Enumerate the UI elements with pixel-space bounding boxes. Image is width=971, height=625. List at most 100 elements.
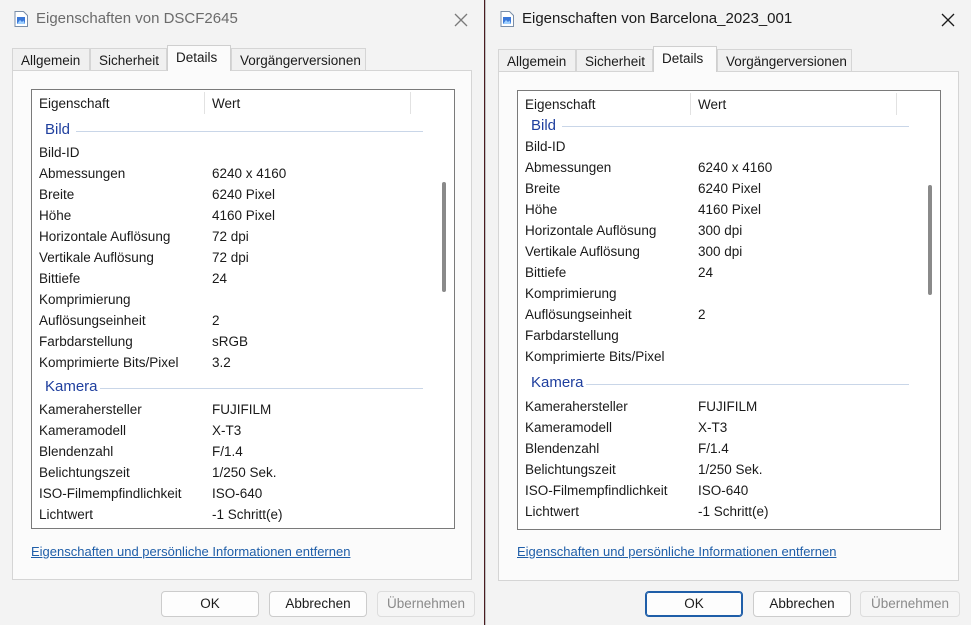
group-title: Bild bbox=[45, 121, 71, 138]
table-row[interactable]: Blendenzahl F/1.4 bbox=[32, 441, 434, 462]
property-value: 6240 x 4160 bbox=[212, 166, 287, 181]
property-name: Lichtwert bbox=[39, 507, 94, 522]
table-row[interactable]: Komprimierte Bits/Pixel bbox=[518, 346, 920, 367]
group-divider bbox=[76, 131, 423, 132]
property-value: 4160 Pixel bbox=[698, 202, 762, 217]
property-name: Farbdarstellung bbox=[525, 328, 619, 343]
table-row[interactable]: Horizontale Auflösung 300 dpi bbox=[518, 220, 920, 241]
title-bar: Eigenschaften von Barcelona_2023_001 bbox=[486, 0, 971, 38]
table-row[interactable]: ISO-Filmempfindlichkeit ISO-640 bbox=[32, 483, 434, 504]
column-header-property[interactable]: Eigenschaft bbox=[39, 96, 110, 111]
image-file-icon bbox=[500, 11, 514, 27]
table-row[interactable]: Bittiefe 24 bbox=[32, 268, 434, 289]
table-row[interactable]: Auflösungseinheit 2 bbox=[518, 304, 920, 325]
table-row[interactable]: Kameramodell X-T3 bbox=[32, 420, 434, 441]
group-title: Kamera bbox=[45, 378, 98, 395]
table-row[interactable]: Komprimierung bbox=[518, 283, 920, 304]
property-name: Auflösungseinheit bbox=[525, 307, 632, 322]
column-divider[interactable] bbox=[410, 92, 411, 114]
table-row[interactable]: Kamerahersteller FUJIFILM bbox=[32, 399, 434, 420]
table-row[interactable]: ISO-Filmempfindlichkeit ISO-640 bbox=[518, 480, 920, 501]
table-row[interactable]: Belichtungszeit 1/250 Sek. bbox=[32, 462, 434, 483]
table-row[interactable]: Vertikale Auflösung 72 dpi bbox=[32, 247, 434, 268]
cancel-button[interactable]: Abbrechen bbox=[269, 591, 367, 617]
details-panel: Eigenschaft Wert Bild Bild-ID Abmessunge… bbox=[12, 70, 472, 580]
table-row[interactable]: Lichtwert -1 Schritt(e) bbox=[32, 504, 434, 525]
tab-details[interactable]: Details bbox=[167, 45, 231, 71]
property-value: FUJIFILM bbox=[212, 402, 272, 417]
column-divider[interactable] bbox=[690, 93, 691, 115]
table-row[interactable]: Blendenzahl F/1.4 bbox=[518, 438, 920, 459]
table-row[interactable]: Höhe 4160 Pixel bbox=[32, 205, 434, 226]
column-header-value[interactable]: Wert bbox=[212, 96, 240, 111]
property-name: Komprimierung bbox=[39, 292, 131, 307]
table-row[interactable]: Komprimierte Bits/Pixel 3.2 bbox=[32, 352, 434, 373]
tab-sicherheit[interactable]: Sicherheit bbox=[576, 49, 653, 71]
property-value: F/1.4 bbox=[698, 441, 729, 456]
property-value: 24 bbox=[212, 271, 228, 286]
table-row[interactable]: Breite 6240 Pixel bbox=[518, 178, 920, 199]
property-name: Blendenzahl bbox=[39, 444, 114, 459]
table-row[interactable]: Kamerahersteller FUJIFILM bbox=[518, 396, 920, 417]
column-header-property[interactable]: Eigenschaft bbox=[525, 97, 596, 112]
property-value: 3.2 bbox=[212, 355, 231, 370]
column-divider[interactable] bbox=[204, 92, 205, 114]
table-row[interactable]: Kameramodell X-T3 bbox=[518, 417, 920, 438]
vertical-scrollbar[interactable] bbox=[434, 90, 454, 528]
property-value: X-T3 bbox=[698, 420, 728, 435]
table-row[interactable]: Breite 6240 Pixel bbox=[32, 184, 434, 205]
property-name: Breite bbox=[39, 187, 75, 202]
table-row[interactable]: Bild-ID bbox=[32, 142, 434, 163]
table-row[interactable]: Bild-ID bbox=[518, 136, 920, 157]
table-row[interactable]: Horizontale Auflösung 72 dpi bbox=[32, 226, 434, 247]
scrollbar-thumb[interactable] bbox=[928, 185, 932, 295]
ok-button[interactable]: OK bbox=[645, 591, 743, 617]
ok-button[interactable]: OK bbox=[161, 591, 259, 617]
window-title: Eigenschaften von DSCF2645 bbox=[36, 10, 238, 27]
property-name: Bittiefe bbox=[39, 271, 81, 286]
tab-vorgaengerversionen[interactable]: Vorgängerversionen bbox=[231, 48, 366, 70]
tab-allgemein[interactable]: Allgemein bbox=[498, 49, 576, 71]
scrollbar-thumb[interactable] bbox=[442, 182, 446, 292]
property-value: 2 bbox=[212, 313, 220, 328]
apply-button[interactable]: Übernehmen bbox=[860, 591, 960, 617]
remove-properties-link[interactable]: Eigenschaften und persönliche Informatio… bbox=[517, 544, 836, 559]
table-row[interactable]: Höhe 4160 Pixel bbox=[518, 199, 920, 220]
cancel-button[interactable]: Abbrechen bbox=[753, 591, 851, 617]
table-row[interactable]: Farbdarstellung sRGB bbox=[32, 331, 434, 352]
property-value: 6240 x 4160 bbox=[698, 160, 773, 175]
property-value: 4160 Pixel bbox=[212, 208, 276, 223]
property-name: Belichtungszeit bbox=[525, 462, 616, 477]
list-header: Eigenschaft Wert bbox=[32, 90, 434, 117]
tab-allgemein[interactable]: Allgemein bbox=[12, 48, 90, 70]
column-divider[interactable] bbox=[896, 93, 897, 115]
property-value: F/1.4 bbox=[212, 444, 243, 459]
table-row[interactable]: Farbdarstellung bbox=[518, 325, 920, 346]
list-header: Eigenschaft Wert bbox=[518, 91, 920, 118]
property-name: Horizontale Auflösung bbox=[525, 223, 657, 238]
table-row[interactable]: Auflösungseinheit 2 bbox=[32, 310, 434, 331]
close-icon[interactable] bbox=[450, 9, 472, 31]
close-icon[interactable] bbox=[937, 9, 959, 31]
column-header-value[interactable]: Wert bbox=[698, 97, 726, 112]
vertical-scrollbar[interactable] bbox=[920, 91, 940, 529]
property-list[interactable]: Eigenschaft Wert Bild Bild-ID Abmessunge… bbox=[517, 90, 941, 530]
group-header-kamera: Kamera bbox=[32, 373, 434, 399]
table-row[interactable]: Komprimierung bbox=[32, 289, 434, 310]
table-row[interactable]: Belichtungszeit 1/250 Sek. bbox=[518, 459, 920, 480]
apply-button[interactable]: Übernehmen bbox=[377, 591, 475, 617]
property-name: Kameramodell bbox=[525, 420, 613, 435]
table-row[interactable]: Abmessungen 6240 x 4160 bbox=[518, 157, 920, 178]
property-value: 6240 Pixel bbox=[698, 181, 762, 196]
table-row[interactable]: Vertikale Auflösung 300 dpi bbox=[518, 241, 920, 262]
tab-sicherheit[interactable]: Sicherheit bbox=[90, 48, 167, 70]
table-row[interactable]: Bittiefe 24 bbox=[518, 262, 920, 283]
remove-properties-link[interactable]: Eigenschaften und persönliche Informatio… bbox=[31, 544, 350, 559]
group-divider bbox=[562, 126, 909, 127]
group-divider bbox=[100, 388, 423, 389]
tab-vorgaengerversionen[interactable]: Vorgängerversionen bbox=[717, 49, 852, 71]
table-row[interactable]: Lichtwert -1 Schritt(e) bbox=[518, 501, 920, 522]
tab-details[interactable]: Details bbox=[653, 46, 717, 72]
table-row[interactable]: Abmessungen 6240 x 4160 bbox=[32, 163, 434, 184]
property-list[interactable]: Eigenschaft Wert Bild Bild-ID Abmessunge… bbox=[31, 89, 455, 529]
